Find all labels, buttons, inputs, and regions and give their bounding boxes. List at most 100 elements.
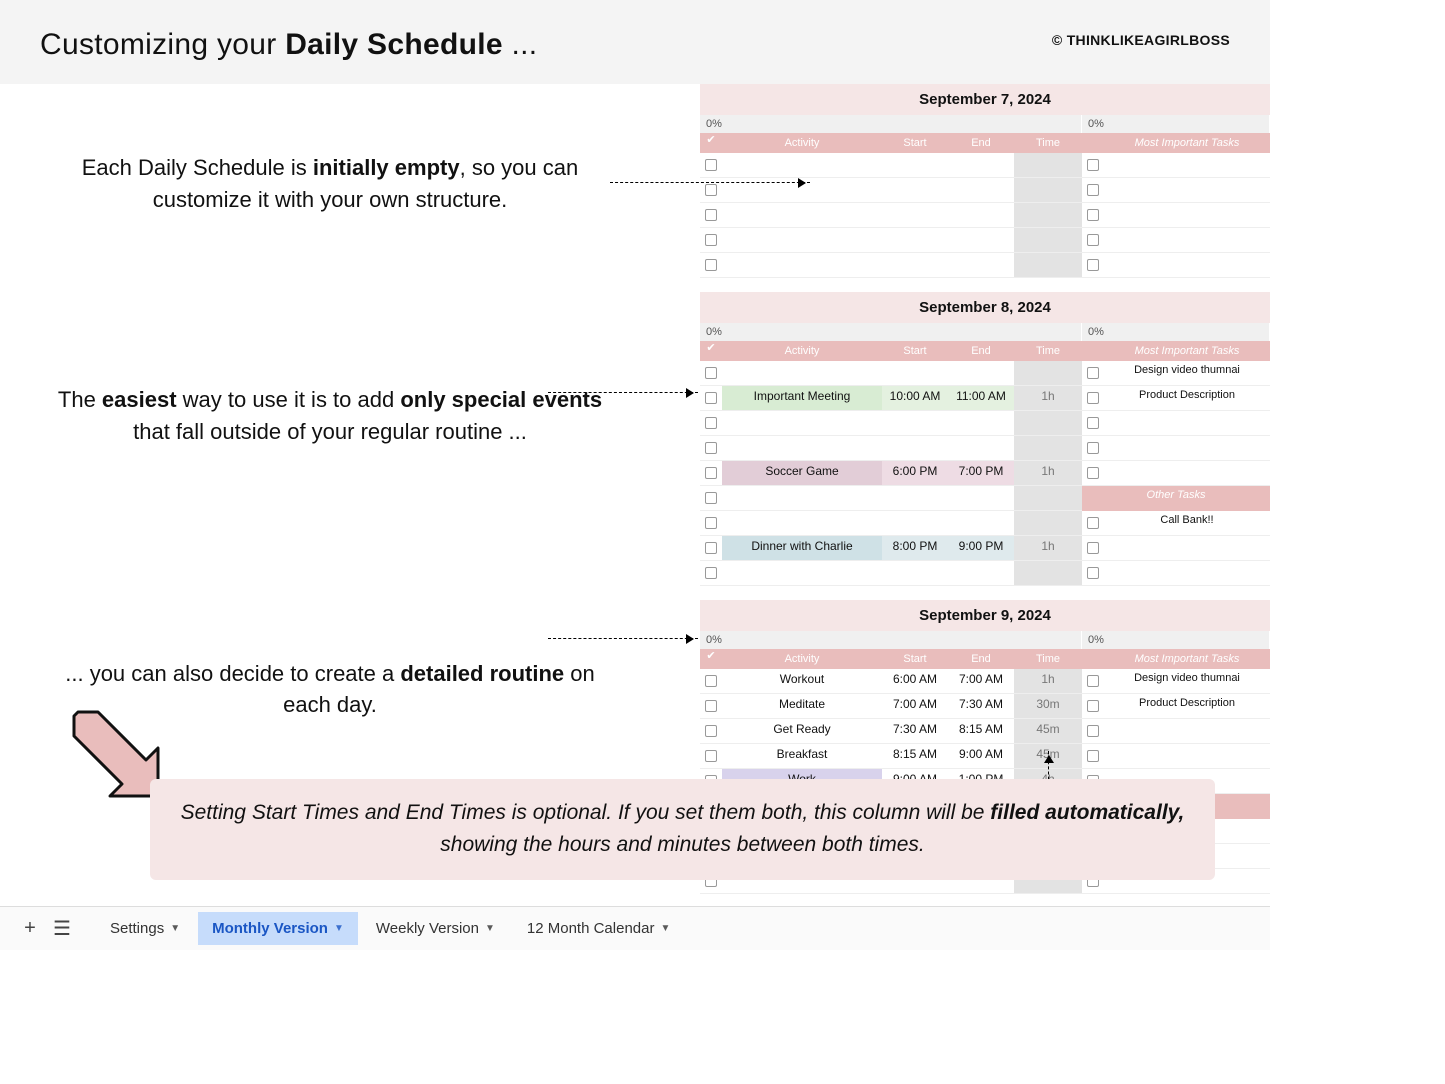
end-cell[interactable] xyxy=(948,178,1014,203)
task-checkbox-cell[interactable] xyxy=(1082,386,1104,411)
end-cell[interactable] xyxy=(948,561,1014,586)
checkbox-cell[interactable] xyxy=(700,178,722,203)
start-cell[interactable] xyxy=(882,436,948,461)
task-checkbox-cell[interactable] xyxy=(1082,461,1104,486)
activity-cell[interactable] xyxy=(722,253,882,278)
end-cell[interactable]: 11:00 AM xyxy=(948,386,1014,411)
start-cell[interactable] xyxy=(882,511,948,536)
activity-cell[interactable] xyxy=(722,436,882,461)
checkbox-cell[interactable] xyxy=(700,511,722,536)
task-cell[interactable]: Design video thumnai xyxy=(1104,361,1270,386)
activity-cell[interactable] xyxy=(722,203,882,228)
checkbox-cell[interactable] xyxy=(700,561,722,586)
activity-cell[interactable]: Dinner with Charlie xyxy=(722,536,882,561)
start-cell[interactable] xyxy=(882,203,948,228)
start-cell[interactable]: 10:00 AM xyxy=(882,386,948,411)
start-cell[interactable]: 7:30 AM xyxy=(882,719,948,744)
task-checkbox-cell[interactable] xyxy=(1082,669,1104,694)
tab-monthly[interactable]: Monthly Version ▼ xyxy=(198,912,358,945)
start-cell[interactable] xyxy=(882,561,948,586)
task-checkbox-cell[interactable] xyxy=(1082,253,1104,278)
activity-cell[interactable] xyxy=(722,561,882,586)
activity-cell[interactable] xyxy=(722,361,882,386)
start-cell[interactable] xyxy=(882,153,948,178)
end-cell[interactable]: 7:30 AM xyxy=(948,694,1014,719)
start-cell[interactable] xyxy=(882,411,948,436)
activity-cell[interactable]: Meditate xyxy=(722,694,882,719)
start-cell[interactable]: 6:00 AM xyxy=(882,669,948,694)
checkbox-cell[interactable] xyxy=(700,203,722,228)
activity-cell[interactable]: Get Ready xyxy=(722,719,882,744)
activity-cell[interactable] xyxy=(722,486,882,511)
checkbox-cell[interactable] xyxy=(700,361,722,386)
task-checkbox-cell[interactable] xyxy=(1082,178,1104,203)
start-cell[interactable]: 6:00 PM xyxy=(882,461,948,486)
task-cell[interactable] xyxy=(1104,436,1270,461)
activity-cell[interactable]: Workout xyxy=(722,669,882,694)
task-checkbox-cell[interactable] xyxy=(1082,436,1104,461)
start-cell[interactable] xyxy=(882,361,948,386)
checkbox-cell[interactable] xyxy=(700,228,722,253)
task-cell[interactable] xyxy=(1104,536,1270,561)
task-checkbox-cell[interactable] xyxy=(1082,719,1104,744)
checkbox-cell[interactable] xyxy=(700,669,722,694)
task-cell[interactable] xyxy=(1104,153,1270,178)
end-cell[interactable] xyxy=(948,411,1014,436)
start-cell[interactable] xyxy=(882,486,948,511)
task-cell[interactable]: Product Description xyxy=(1104,694,1270,719)
all-sheets-icon[interactable]: ☰ xyxy=(48,916,76,941)
task-checkbox-cell[interactable] xyxy=(1082,694,1104,719)
activity-cell[interactable] xyxy=(722,178,882,203)
checkbox-cell[interactable] xyxy=(700,486,722,511)
end-cell[interactable] xyxy=(948,511,1014,536)
activity-cell[interactable] xyxy=(722,511,882,536)
task-checkbox-cell[interactable] xyxy=(1082,228,1104,253)
task-checkbox-cell[interactable] xyxy=(1082,561,1104,586)
end-cell[interactable]: 8:15 AM xyxy=(948,719,1014,744)
start-cell[interactable]: 8:15 AM xyxy=(882,744,948,769)
checkbox-cell[interactable] xyxy=(700,694,722,719)
end-cell[interactable]: 9:00 PM xyxy=(948,536,1014,561)
end-cell[interactable]: 9:00 AM xyxy=(948,744,1014,769)
add-sheet-icon[interactable]: + xyxy=(16,917,44,940)
tab-weekly[interactable]: Weekly Version ▼ xyxy=(362,912,509,945)
task-cell[interactable] xyxy=(1104,178,1270,203)
start-cell[interactable]: 8:00 PM xyxy=(882,536,948,561)
activity-cell[interactable]: Important Meeting xyxy=(722,386,882,411)
end-cell[interactable] xyxy=(948,203,1014,228)
task-cell[interactable]: Call Bank!! xyxy=(1104,511,1270,536)
end-cell[interactable] xyxy=(948,436,1014,461)
activity-cell[interactable] xyxy=(722,411,882,436)
checkbox-cell[interactable] xyxy=(700,411,722,436)
end-cell[interactable] xyxy=(948,228,1014,253)
task-checkbox-cell[interactable] xyxy=(1082,536,1104,561)
activity-cell[interactable] xyxy=(722,228,882,253)
checkbox-cell[interactable] xyxy=(700,386,722,411)
task-cell[interactable] xyxy=(1104,461,1270,486)
checkbox-cell[interactable] xyxy=(700,153,722,178)
tab-year[interactable]: 12 Month Calendar ▼ xyxy=(513,912,685,945)
tab-settings[interactable]: Settings ▼ xyxy=(96,912,194,945)
checkbox-cell[interactable] xyxy=(700,461,722,486)
start-cell[interactable] xyxy=(882,253,948,278)
end-cell[interactable] xyxy=(948,153,1014,178)
task-cell[interactable] xyxy=(1104,203,1270,228)
task-cell[interactable] xyxy=(1104,744,1270,769)
checkbox-cell[interactable] xyxy=(700,436,722,461)
task-cell[interactable] xyxy=(1104,253,1270,278)
end-cell[interactable] xyxy=(948,361,1014,386)
task-cell[interactable] xyxy=(1104,561,1270,586)
task-cell[interactable] xyxy=(1104,228,1270,253)
task-cell[interactable] xyxy=(1104,411,1270,436)
task-checkbox-cell[interactable] xyxy=(1082,511,1104,536)
checkbox-cell[interactable] xyxy=(700,744,722,769)
activity-cell[interactable] xyxy=(722,153,882,178)
task-checkbox-cell[interactable] xyxy=(1082,361,1104,386)
end-cell[interactable]: 7:00 AM xyxy=(948,669,1014,694)
checkbox-cell[interactable] xyxy=(700,536,722,561)
activity-cell[interactable]: Breakfast xyxy=(722,744,882,769)
task-checkbox-cell[interactable] xyxy=(1082,203,1104,228)
task-checkbox-cell[interactable] xyxy=(1082,411,1104,436)
start-cell[interactable] xyxy=(882,178,948,203)
task-checkbox-cell[interactable] xyxy=(1082,744,1104,769)
